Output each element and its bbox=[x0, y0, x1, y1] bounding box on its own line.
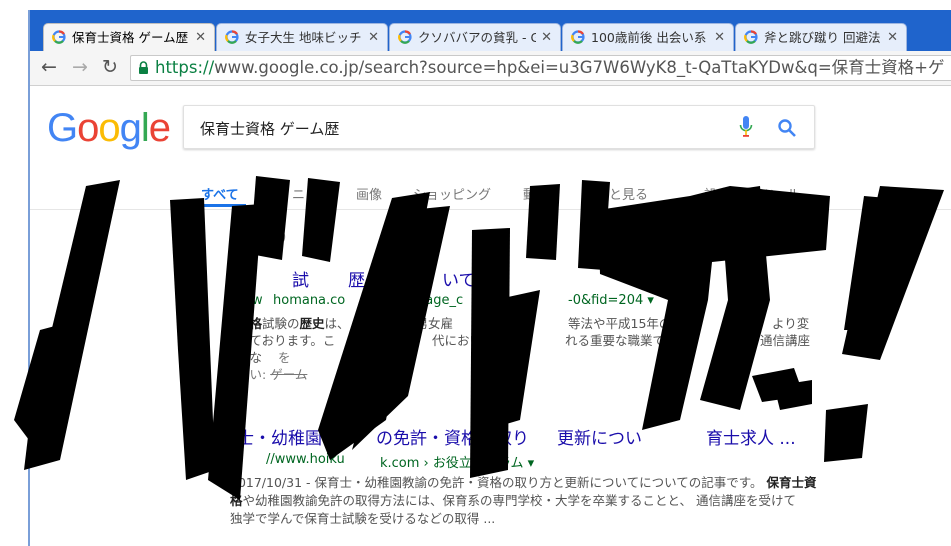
result-2-snippet-line3: 独学で学んで保育士試験を受けるなどの取得 ... bbox=[230, 511, 496, 526]
result-1-snippet-line1-d: より変 bbox=[772, 316, 810, 331]
result-1-snippet-line2-e: を bbox=[278, 350, 291, 365]
result-1-snippet-line2-d: 通信講座 bbox=[760, 333, 811, 348]
tab-label: 斧と跳び蹴り 回避法 bbox=[764, 30, 881, 45]
result-1-snippet-line2-b: 代においても bbox=[432, 333, 507, 348]
search-icon[interactable] bbox=[777, 118, 797, 138]
tab-news[interactable]: ニュー bbox=[292, 184, 331, 203]
reload-icon[interactable]: ↻ bbox=[102, 56, 118, 78]
result-2-snippet-line2: 格や幼稚園教諭免許の取得方法には、保育系の専門学校・大学を卒業することと、 通信… bbox=[230, 493, 796, 508]
close-tab-icon[interactable]: ✕ bbox=[887, 24, 898, 51]
result-2-cite-a: h bbox=[230, 452, 239, 467]
tab-all[interactable]: すべて bbox=[201, 184, 239, 203]
result-1-cite-d: ? bbox=[527, 293, 534, 308]
result-1-missing: ない: ゲーム bbox=[237, 367, 308, 382]
address-bar[interactable]: https://www.google.co.jp/search?source=h… bbox=[130, 55, 951, 81]
lock-icon bbox=[139, 61, 148, 74]
google-g-icon bbox=[52, 30, 66, 44]
tab-videos[interactable]: 動 bbox=[523, 184, 536, 203]
microphone-icon[interactable] bbox=[739, 116, 753, 138]
result-2-title-d[interactable]: 育士求人 ... bbox=[706, 424, 796, 449]
tab-100sai[interactable]: 100歳前後 出会い系 - ✕ bbox=[562, 23, 734, 51]
result-1-snippet-line1: 資格試験の歴史は、 bbox=[237, 316, 350, 331]
close-tab-icon[interactable]: ✕ bbox=[541, 24, 552, 51]
result-2-cite-b: //www.hoiku bbox=[266, 452, 345, 467]
close-tab-icon[interactable]: ✕ bbox=[714, 24, 725, 51]
result-1-title-a[interactable]: 士 bbox=[237, 266, 254, 291]
result-1-snippet-line1-b: 古く、男女雇 bbox=[378, 316, 454, 331]
url-text: https://www.google.co.jp/search?source=h… bbox=[155, 58, 945, 77]
tab-settings[interactable]: 設定 bbox=[704, 184, 730, 203]
result-stats: 3,0 (0 bbox=[230, 231, 287, 246]
tab-strip: 保育士資格 ゲーム歴 ✕ 女子大生 地味ビッチ ✕ クソババアの貧乳 - G ✕… bbox=[30, 10, 951, 51]
google-g-icon bbox=[398, 30, 412, 44]
close-tab-icon[interactable]: ✕ bbox=[195, 24, 206, 51]
google-header: Google 保育士資格 ゲーム歴 すべて ニュー 画像 ショッピング 動 っと… bbox=[30, 86, 951, 210]
browser-window: 保育士資格 ゲーム歴 ✕ 女子大生 地味ビッチ ✕ クソババアの貧乳 - G ✕… bbox=[30, 10, 951, 546]
result-1-cite-c: eepage_c bbox=[401, 293, 464, 308]
forward-arrow-icon[interactable]: → bbox=[72, 56, 88, 78]
result-2-title-a[interactable]: 士・幼稚園 bbox=[237, 424, 322, 449]
google-g-icon bbox=[571, 30, 585, 44]
tab-joshidaisei[interactable]: 女子大生 地味ビッチ ✕ bbox=[216, 23, 388, 51]
search-input[interactable]: 保育士資格 ゲーム歴 bbox=[183, 105, 815, 149]
google-logo[interactable]: Google bbox=[47, 106, 171, 150]
result-1-snippet-line2-c: れる重要な職業で bbox=[565, 333, 666, 348]
tab-shopping[interactable]: ショッピング bbox=[413, 184, 491, 203]
tab-more[interactable]: っと見る bbox=[596, 184, 648, 203]
result-2-cite-c[interactable]: k.com › お役立ちコラム ▾ bbox=[380, 452, 534, 471]
tab-label: 100歳前後 出会い系 - bbox=[591, 30, 709, 45]
tab-hoikushi[interactable]: 保育士資格 ゲーム歴 ✕ bbox=[43, 23, 215, 51]
back-arrow-icon[interactable]: ← bbox=[41, 56, 57, 78]
result-1-cite-e[interactable]: -0&fid=204 ▾ bbox=[568, 293, 654, 308]
result-1-title-c[interactable]: 歴 bbox=[348, 266, 365, 291]
result-1-snippet-line3: まな bbox=[237, 350, 263, 365]
result-1-snippet-line2-a: きております。こ bbox=[237, 333, 336, 348]
result-1-title-d[interactable]: いて bbox=[442, 266, 476, 291]
tab-label: 保育士資格 ゲーム歴 bbox=[72, 30, 189, 45]
google-g-icon bbox=[225, 30, 239, 44]
tab-images[interactable]: 画像 bbox=[356, 184, 382, 203]
result-1-cite-b: homana.co bbox=[273, 293, 346, 308]
result-2-snippet-line1: 2017/10/31 - 保育士・幼稚園教諭の免許・資格の取り方と更新についてに… bbox=[230, 475, 817, 490]
search-query: 保育士資格 ゲーム歴 bbox=[200, 120, 340, 138]
browser-toolbar: ← → ↻ https://www.google.co.jp/search?so… bbox=[30, 51, 951, 86]
result-2-title-b[interactable]: の免許・資格の取り bbox=[376, 424, 529, 449]
close-tab-icon[interactable]: ✕ bbox=[368, 24, 379, 51]
tab-kusobabaa[interactable]: クソババアの貧乳 - G ✕ bbox=[389, 23, 561, 51]
tab-label: クソババアの貧乳 - G bbox=[418, 30, 536, 45]
result-2-title-c[interactable]: 更新につい bbox=[557, 424, 642, 449]
result-1-snippet-line1-c: 等法や平成15年の bbox=[568, 316, 672, 331]
result-1-title-b[interactable]: 試 bbox=[292, 266, 309, 291]
google-g-icon bbox=[744, 30, 758, 44]
active-tab-indicator bbox=[183, 204, 246, 207]
tab-ono[interactable]: 斧と跳び蹴り 回避法 ✕ bbox=[735, 23, 907, 51]
tab-tools[interactable]: ツール bbox=[761, 184, 800, 203]
tab-label: 女子大生 地味ビッチ bbox=[245, 30, 362, 45]
result-1-cite-a: /ww bbox=[237, 293, 263, 308]
